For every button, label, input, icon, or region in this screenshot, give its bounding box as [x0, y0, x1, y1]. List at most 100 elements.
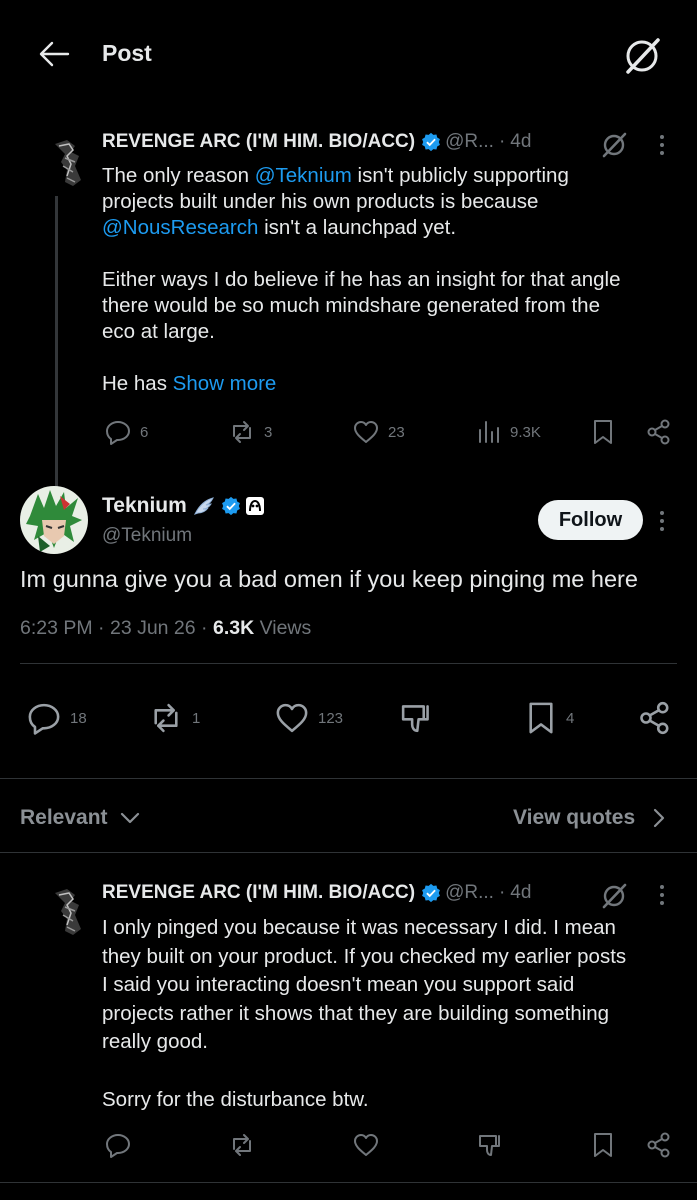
post-meta: 6:23 PM · 23 Jun 26 · 6.3K Views	[20, 617, 312, 639]
share-button[interactable]	[645, 1131, 673, 1159]
author-handle[interactable]: @R...	[445, 882, 494, 904]
reply-text: I only pinged you because it was necessa…	[102, 916, 627, 1111]
arrow-left-icon	[39, 41, 70, 67]
like-count: 23	[388, 423, 405, 441]
repost-button[interactable]: 1	[148, 700, 200, 736]
verified-badge-icon	[221, 496, 240, 516]
top-app-bar: Post	[0, 0, 697, 110]
verified-badge-icon	[422, 132, 441, 152]
follow-button[interactable]: Follow	[538, 500, 643, 540]
grok-icon	[602, 132, 627, 158]
reply-header: REVENGE ARC (I'M HIM. BIO/ACC) @R... · 4…	[102, 880, 531, 906]
heart-icon	[354, 421, 378, 443]
like-count: 123	[318, 709, 344, 727]
like-button[interactable]: 123	[274, 700, 343, 736]
divider	[0, 852, 697, 853]
author-name[interactable]: REVENGE ARC (I'M HIM. BIO/ACC)	[102, 882, 415, 904]
divider	[0, 1182, 697, 1183]
divider	[20, 663, 677, 664]
reply-button[interactable]: 6	[104, 418, 148, 446]
reply-button[interactable]	[104, 1131, 132, 1159]
reply-count: 18	[70, 709, 87, 727]
more-options-button[interactable]	[658, 134, 666, 156]
author-name[interactable]: REVENGE ARC (I'M HIM. BIO/ACC)	[102, 131, 415, 153]
dislike-button[interactable]	[398, 700, 434, 736]
views-count: 9.3K	[510, 423, 541, 441]
like-button[interactable]	[352, 1131, 380, 1159]
views-chart-icon	[479, 421, 499, 443]
sort-replies-dropdown[interactable]: Relevant	[20, 806, 142, 830]
bookmark-button[interactable]: 4	[524, 700, 574, 736]
bookmark-button[interactable]	[590, 418, 616, 446]
avatar-figure-image	[45, 136, 95, 192]
page-title: Post	[102, 40, 152, 66]
grok-button[interactable]	[599, 130, 629, 160]
repost-button[interactable]: 3	[228, 418, 272, 446]
reply-text: The only reason @Teknium isn't publicly …	[102, 164, 621, 395]
author-name-row: Teknium	[102, 494, 265, 518]
show-more-link[interactable]: Show more	[173, 372, 277, 395]
bookmark-button[interactable]	[590, 1131, 616, 1159]
affiliate-badge-icon[interactable]	[245, 496, 265, 516]
like-button[interactable]: 23	[352, 418, 405, 446]
chevron-down-icon	[120, 812, 139, 824]
post-time[interactable]: 6:23 PM	[20, 617, 93, 639]
chevron-right-icon	[654, 808, 665, 828]
avatar[interactable]	[20, 486, 88, 554]
avatar[interactable]	[45, 136, 95, 192]
mention-link[interactable]: @Teknium	[255, 164, 352, 187]
post-text: Im gunna give you a bad omen if you keep…	[20, 566, 638, 592]
share-icon	[647, 1132, 670, 1158]
views-count: 6.3K	[212, 617, 255, 639]
divider	[0, 778, 697, 779]
post-age[interactable]: 4d	[510, 131, 531, 153]
share-button[interactable]	[637, 700, 673, 736]
dislike-button[interactable]	[476, 1131, 504, 1159]
share-button[interactable]	[645, 418, 673, 446]
share-icon	[640, 701, 669, 735]
wing-emoji-icon	[193, 497, 214, 515]
reply-header: REVENGE ARC (I'M HIM. BIO/ACC) @R... · 4…	[102, 129, 531, 155]
share-icon	[647, 419, 670, 445]
more-dots-icon	[660, 511, 664, 531]
thumbs-down-icon	[401, 705, 429, 733]
reply-button[interactable]: 18	[26, 700, 87, 736]
bookmark-icon	[594, 1133, 612, 1157]
bookmark-icon	[594, 420, 612, 444]
more-dots-icon	[660, 135, 664, 155]
verified-badge-icon	[422, 883, 441, 903]
post-date[interactable]: 23 Jun 26	[110, 617, 196, 639]
more-dots-icon	[660, 885, 664, 905]
grok-icon	[626, 38, 660, 74]
mention-link[interactable]: @NousResearch	[102, 216, 258, 239]
bookmark-count: 4	[566, 709, 575, 727]
thread-connector-line	[55, 196, 58, 488]
avatar-anime-character-image	[20, 486, 88, 554]
repost-icon	[154, 703, 178, 733]
avatar-figure-image	[45, 885, 95, 941]
reply-count: 6	[140, 423, 149, 441]
author-handle[interactable]: @Teknium	[102, 525, 192, 547]
post-age[interactable]: 4d	[510, 882, 531, 904]
grok-button[interactable]	[620, 34, 664, 78]
reply-icon	[28, 703, 60, 735]
author-name[interactable]: Teknium	[102, 494, 187, 518]
views-button[interactable]: 9.3K	[476, 418, 541, 446]
repost-icon	[233, 1134, 251, 1156]
repost-button[interactable]	[228, 1131, 256, 1159]
thumbs-down-icon	[479, 1135, 500, 1156]
views-label: Views	[254, 617, 312, 639]
repost-count: 1	[192, 709, 201, 727]
bookmark-icon	[529, 702, 553, 734]
repost-count: 3	[264, 423, 273, 441]
sort-label: Relevant	[20, 806, 108, 829]
more-options-button[interactable]	[658, 510, 666, 532]
view-quotes-label: View quotes	[513, 806, 636, 829]
grok-button[interactable]	[599, 881, 629, 911]
heart-icon	[354, 1134, 378, 1156]
author-handle[interactable]: @R...	[445, 131, 494, 153]
back-button[interactable]	[34, 36, 74, 72]
avatar[interactable]	[45, 885, 95, 941]
more-options-button[interactable]	[658, 884, 666, 906]
view-quotes-link[interactable]: View quotes	[513, 806, 669, 830]
